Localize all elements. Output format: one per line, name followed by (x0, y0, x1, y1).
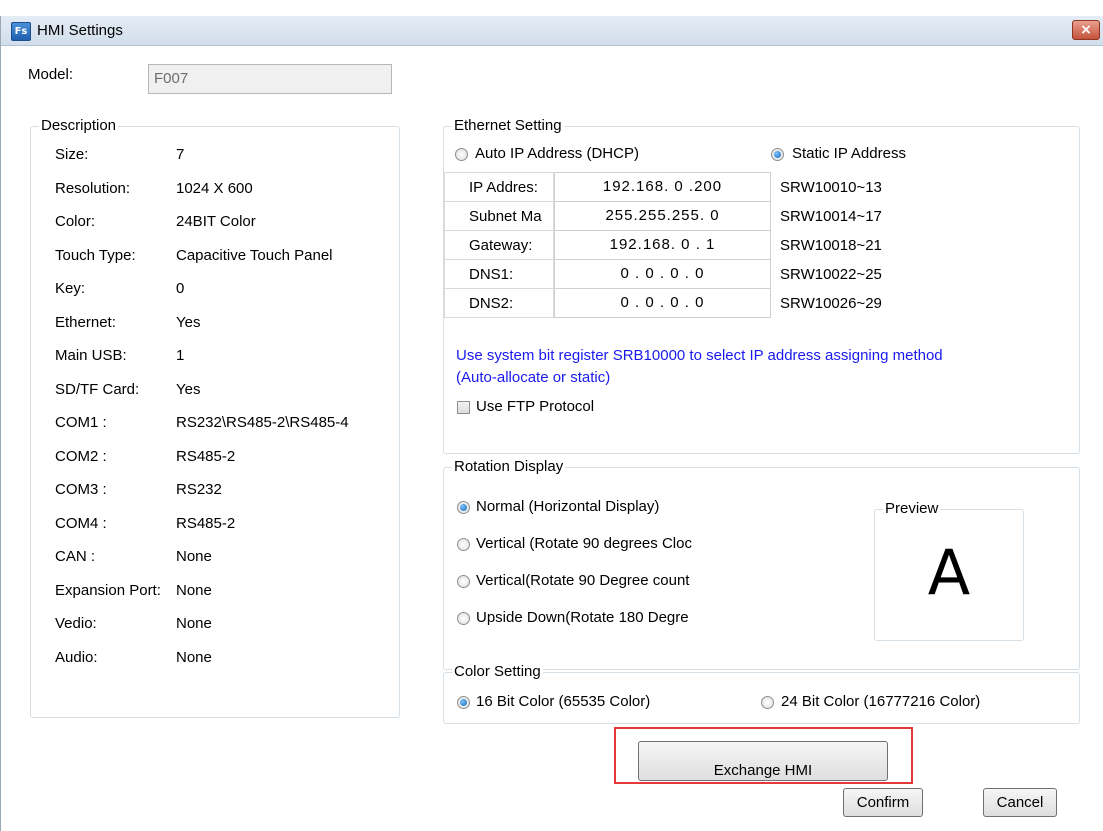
auto-ip-label[interactable]: Auto IP Address (DHCP) (475, 145, 639, 162)
description-row-label: COM2 : (55, 447, 107, 465)
confirm-button[interactable]: Confirm (843, 788, 923, 817)
description-row-label: Expansion Port: (55, 581, 161, 599)
ethernet-field-label: DNS1: (469, 266, 514, 283)
description-row-value: Yes (176, 313, 201, 331)
rotation-option-label[interactable]: Vertical (Rotate 90 degrees Cloc (476, 535, 692, 552)
description-row-value: None (176, 615, 212, 632)
cancel-button[interactable]: Cancel (983, 788, 1057, 817)
description-row-value: 24BIT Color (176, 213, 256, 230)
window-title: HMI Settings (37, 22, 123, 39)
description-row-label: Ethernet: (55, 313, 116, 331)
description-row-label: Color: (55, 213, 96, 230)
exchange-hmi-button[interactable]: Exchange HMI (638, 741, 888, 781)
preview-glyph: A (927, 536, 971, 609)
description-row-value: None (176, 648, 212, 666)
rotation-option-label[interactable]: Vertical(Rotate 90 Degree count (476, 572, 689, 589)
description-row-value: RS232 (176, 481, 222, 498)
hmi-settings-dialog: Fs HMI Settings × Model: F007 Descriptio… (0, 16, 1103, 831)
description-row-value: None (176, 548, 212, 565)
description-row-label: COM4 : (55, 514, 107, 532)
ethernet-field-label-cell: IP Addres: (444, 172, 554, 202)
description-row-label: Vedio: (55, 615, 97, 632)
description-row-value: RS485-2 (176, 514, 236, 532)
color-24bit-label[interactable]: 24 Bit Color (16777216 Color) (781, 693, 980, 710)
description-row-value: 1 (176, 347, 185, 364)
ip-input-field[interactable]: 0 . 0 . 0 . 0 (554, 259, 771, 289)
description-row-label: SD/TF Card: (55, 380, 140, 398)
ip-input-field[interactable]: 192.168. 0 . 1 (554, 230, 771, 260)
app-icon: Fs (11, 22, 31, 41)
ethernet-field-label-cell: Gateway: (444, 230, 554, 260)
rotation-option-label[interactable]: Upside Down(Rotate 180 Degre (476, 609, 689, 626)
color-setting-legend: Color Setting (452, 663, 543, 681)
register-label: SRW10022~25 (780, 266, 882, 283)
color-16bit-radio[interactable] (457, 696, 470, 709)
description-row-label: COM1 : (55, 414, 107, 431)
rotation-radio[interactable] (457, 538, 470, 551)
static-ip-label[interactable]: Static IP Address (792, 145, 906, 162)
color-24bit-radio[interactable] (761, 696, 774, 709)
description-row-label: Size: (55, 146, 89, 163)
color-16bit-label[interactable]: 16 Bit Color (65535 Color) (476, 693, 650, 710)
ip-method-note: Use system bit register SRB10000 to sele… (456, 347, 943, 364)
description-row-label: Audio: (55, 648, 98, 666)
ethernet-field-label: Subnet Ma (469, 208, 542, 225)
register-label: SRW10014~17 (780, 208, 882, 225)
description-row-label: Touch Type: (55, 246, 136, 264)
description-row-value: RS232\RS485-2\RS485-4 (176, 414, 349, 431)
ethernet-field-label: Gateway: (469, 237, 533, 254)
description-row-value: None (176, 581, 212, 599)
ftp-checkbox[interactable] (457, 401, 470, 414)
ip-input-field[interactable]: 192.168. 0 .200 (554, 172, 771, 202)
ftp-label[interactable]: Use FTP Protocol (476, 398, 594, 415)
ethernet-field-label-cell: DNS2: (444, 288, 554, 318)
preview-box: Preview A (874, 500, 1024, 641)
ip-input-field[interactable]: 255.255.255. 0 (554, 201, 771, 231)
close-icon: × (1080, 22, 1092, 38)
description-row-value: Yes (176, 380, 201, 398)
title-bar[interactable]: Fs HMI Settings × (1, 16, 1103, 46)
description-row-value: 0 (176, 280, 185, 297)
ip-method-note-2: (Auto-allocate or static) (456, 369, 611, 386)
description-row-label: CAN : (55, 548, 96, 565)
model-field: F007 (148, 64, 392, 94)
rotation-radio[interactable] (457, 612, 470, 625)
ethernet-field-label-cell: Subnet Ma (444, 201, 554, 231)
ip-input-field[interactable]: 0 . 0 . 0 . 0 (554, 288, 771, 318)
rotation-radio[interactable] (457, 575, 470, 588)
auto-ip-radio[interactable] (455, 148, 468, 161)
description-row-label: Main USB: (55, 347, 127, 364)
static-ip-radio[interactable] (771, 148, 784, 161)
ethernet-field-label: DNS2: (469, 295, 514, 312)
ethernet-field-label-cell: DNS1: (444, 259, 554, 289)
model-label: Model: (28, 66, 74, 83)
register-label: SRW10018~21 (780, 237, 882, 254)
description-row-value: RS485-2 (176, 447, 236, 465)
preview-legend: Preview (883, 500, 941, 518)
description-legend: Description (39, 117, 119, 135)
description-row-label: Key: (55, 280, 86, 297)
ethernet-legend: Ethernet Setting (452, 117, 564, 135)
ethernet-field-label: IP Addres: (469, 179, 538, 196)
rotation-legend: Rotation Display (452, 458, 566, 476)
description-row-label: COM3 : (55, 481, 107, 498)
register-label: SRW10010~13 (780, 179, 882, 196)
close-button[interactable]: × (1072, 20, 1100, 40)
rotation-radio[interactable] (457, 501, 470, 514)
description-row-value: 1024 X 600 (176, 179, 253, 197)
description-row-label: Resolution: (55, 179, 131, 197)
description-row-value: 7 (176, 146, 185, 163)
rotation-option-label[interactable]: Normal (Horizontal Display) (476, 498, 659, 515)
register-label: SRW10026~29 (780, 295, 882, 312)
description-row-value: Capacitive Touch Panel (176, 246, 333, 264)
